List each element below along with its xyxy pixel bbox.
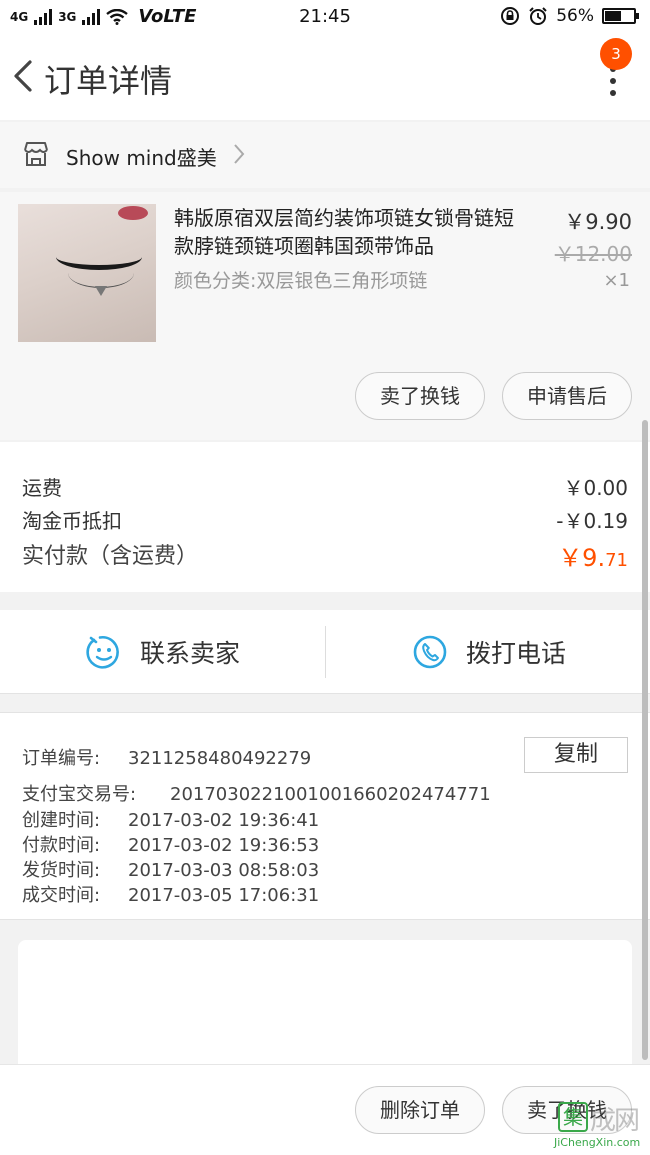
watermark: 集 成网 JiChengXin.com [528,1098,646,1154]
shipping-label: 运费 [22,476,62,500]
chat-face-icon [86,635,119,669]
app-header: 订单详情 3 [0,34,650,120]
product-title[interactable]: 韩版原宿双层简约装饰项链女锁骨链短款脖链颈链项圈韩国颈带饰品 [174,204,530,260]
completed-time-row: 成交时间: 2017-03-05 17:06:31 [22,881,319,907]
paid-time-label: 付款时间: [22,835,101,856]
contact-seller-label: 联系卖家 [140,639,241,668]
product-price: ￥9.90 [564,210,632,234]
total-row: 实付款（含运费） ￥9.71 [22,538,628,573]
battery-icon [602,8,639,24]
contact-seller-button[interactable]: 联系卖家 [86,610,240,694]
shipped-time-label: 发货时间: [22,860,101,881]
created-time-label: 创建时间: [22,810,101,831]
coin-value: -￥0.19 [556,509,628,533]
order-number-value: 3211258480492279 [128,748,312,769]
watermark-text: 成网 [590,1106,640,1136]
contact-bar: 联系卖家 拨打电话 [0,610,650,694]
copy-order-number-button[interactable]: 复制 [524,737,628,773]
watermark-url: JiChengXin.com [554,1136,641,1149]
scrollbar[interactable] [642,420,648,1060]
order-number-row: 订单编号: 3211258480492279 [22,744,311,770]
shop-row[interactable]: Show mind盛美 [0,122,650,188]
shipping-value: ￥0.00 [563,476,628,500]
alipay-row: 支付宝交易号: 2017030221001001660202474771 [22,780,491,806]
completed-time-value: 2017-03-05 17:06:31 [128,885,320,906]
shipping-row: 运费 ￥0.00 [22,472,628,501]
after-sale-button[interactable]: 申请售后 [502,372,632,420]
total-main: ￥9. [558,544,606,572]
delete-order-button[interactable]: 删除订单 [355,1086,485,1134]
product-card: 韩版原宿双层简约装饰项链女锁骨链短款脖链颈链项圈韩国颈带饰品 颜色分类:双层银色… [0,192,650,440]
page-title: 订单详情 [44,62,173,100]
phone-icon [413,635,447,669]
completed-time-label: 成交时间: [22,885,101,906]
coin-label: 淘金币抵扣 [22,509,122,533]
shipped-time-row: 发货时间: 2017-03-03 08:58:03 [22,856,319,882]
fees-section: 运费 ￥0.00 淘金币抵扣 -￥0.19 实付款（含运费） ￥9.71 [0,442,650,592]
status-right: 56% [500,6,639,26]
watermark-logo: 集 [558,1102,588,1132]
order-info-section: 订单编号: 3211258480492279 复制 支付宝交易号: 20170302… [0,712,650,920]
coin-row: 淘金币抵扣 -￥0.19 [22,505,628,534]
shipped-time-value: 2017-03-03 08:58:03 [128,860,320,881]
product-original-price: ￥12.00 [554,242,632,266]
status-bar: 4G 3G VoLTE 21:45 56% [0,0,650,34]
created-time-row: 创建时间: 2017-03-02 19:36:41 [22,806,319,832]
created-time-value: 2017-03-02 19:36:41 [128,810,320,831]
shop-name[interactable]: Show mind盛美 [66,142,217,171]
paid-time-row: 付款时间: 2017-03-02 19:36:53 [22,831,319,857]
battery-percent: 56% [556,6,594,26]
shop-icon [24,142,48,166]
battery-fill [605,11,621,21]
contact-divider [325,626,326,678]
alipay-value: 2017030221001001660202474771 [170,784,491,805]
product-spec: 颜色分类:双层银色三角形项链 [174,270,428,292]
alarm-icon [529,7,547,25]
total-value: ￥9.71 [558,538,628,573]
rotation-lock-icon [501,7,520,25]
sell-for-cash-button[interactable]: 卖了换钱 [355,372,485,420]
alipay-label: 支付宝交易号: [22,784,137,805]
product-quantity: ×1 [603,270,630,291]
call-phone-label: 拨打电话 [466,639,567,668]
total-label: 实付款（含运费） [22,544,199,569]
product-thumbnail[interactable] [18,204,156,342]
more-menu-icon[interactable] [608,66,618,98]
back-arrow-icon[interactable] [8,56,40,96]
paid-time-value: 2017-03-02 19:36:53 [128,835,320,856]
notification-badge: 3 [600,38,632,70]
total-decimal: 71 [605,550,628,571]
order-number-label: 订单编号: [22,748,101,769]
call-phone-button[interactable]: 拨打电话 [412,610,566,694]
recommendation-card [18,940,632,1070]
chevron-right-icon [234,144,245,164]
